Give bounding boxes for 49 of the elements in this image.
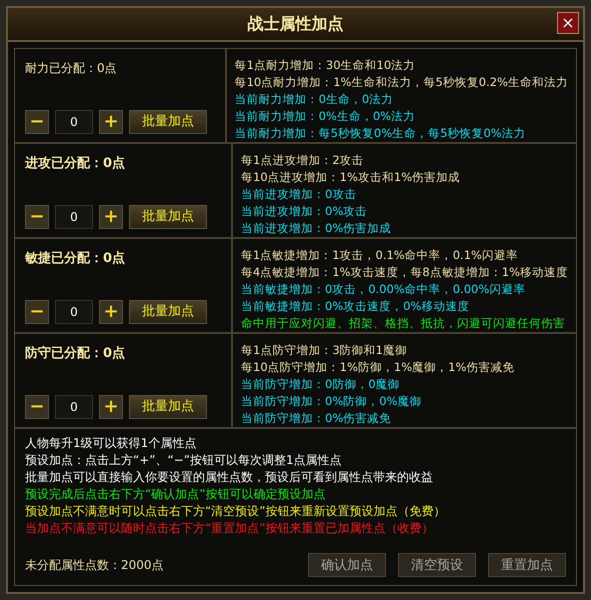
stat-line: 每1点进攻增加：2攻击 — [241, 152, 365, 169]
note-line: 批量加点可以直接输入你要设置的属性点数，预设后可看到属性点带来的收益 — [25, 469, 434, 486]
window-title: 战士属性加点 — [248, 13, 344, 35]
minus-button[interactable]: − — [25, 110, 49, 134]
stat-line: 每10点防守增加：1%防御，1%魔御，1%伤害减免 — [241, 359, 516, 376]
batch-add-button[interactable]: 批量加点 — [129, 395, 207, 419]
stat-line: 当前进攻增加：0攻击 — [241, 186, 358, 203]
points-input[interactable]: 0 — [55, 110, 93, 134]
allocated-label: 进攻已分配：0点 — [25, 155, 126, 173]
plus-button[interactable]: + — [99, 205, 123, 229]
points-input[interactable]: 0 — [55, 300, 93, 324]
batch-add-button[interactable]: 批量加点 — [129, 205, 207, 229]
stat-line: 每1点敏捷增加：1攻击，0.1%命中率，0.1%闪避率 — [240, 247, 519, 264]
note-line: 当加点不满意可以随时点击右下方“重置加点”按钮来重置已加属性点（收费） — [25, 520, 434, 537]
note-line: 预设加点：点击上方“+”、“−”按钮可以每次调整1点属性点 — [25, 452, 343, 469]
stat-line: 当前防守增加：0%伤害减免 — [241, 410, 392, 427]
minus-button[interactable]: − — [25, 395, 49, 419]
allocated-label: 耐力已分配：0点 — [25, 60, 118, 77]
stat-line: 当前防守增加：0防御，0魔御 — [241, 376, 401, 393]
stat-line: 每1点耐力增加：30生命和10法力 — [234, 57, 416, 74]
stat-line: 每10点进攻增加：1%攻击和1%伤害加成 — [241, 169, 462, 186]
plus-button[interactable]: + — [99, 300, 123, 324]
allocated-label: 敏捷已分配：0点 — [25, 250, 126, 268]
close-button[interactable]: × — [557, 12, 579, 34]
stat-line: 当前敏捷增加：0%攻击速度，0%移动速度 — [240, 298, 470, 315]
minus-button[interactable]: − — [25, 205, 49, 229]
points-input[interactable]: 0 — [55, 395, 93, 419]
stat-line: 当前耐力增加：0%生命，0%法力 — [234, 108, 416, 125]
stat-line: 当前进攻增加：0%伤害加成 — [241, 220, 392, 237]
stat-line: 每4点敏捷增加：1%攻击速度，每8点敏捷增加：1%移动速度 — [240, 264, 568, 281]
unallocated-points: 未分配属性点数：2000点 — [25, 556, 165, 574]
batch-add-button[interactable]: 批量加点 — [129, 300, 207, 324]
batch-add-button[interactable]: 批量加点 — [129, 110, 207, 134]
stat-line: 当前敏捷增加：0攻击，0.00%命中率，0.00%闪避率 — [240, 281, 526, 298]
note-line: 预设完成后点击右下方“确认加点”按钮可以确定预设加点 — [25, 486, 326, 503]
note-line: 预设加点不满意时可以点击右下方“清空预设”按钮来重新设置预设加点（免费） — [25, 503, 446, 520]
stat-line: 每1点防守增加：3防御和1魔御 — [241, 342, 408, 359]
stat-line: 当前耐力增加：0生命，0法力 — [234, 91, 394, 108]
stat-line: 每10点耐力增加：1%生命和法力，每5秒恢复0.2%生命和法力 — [234, 74, 568, 91]
points-input[interactable]: 0 — [55, 205, 93, 229]
minus-button[interactable]: − — [25, 300, 49, 324]
stat-line: 当前防守增加：0%防御，0%魔御 — [241, 393, 422, 410]
plus-button[interactable]: + — [99, 110, 123, 134]
stat-line: 命中用于应对闪避、招架、格挡、抵抗，闪避可闪避任何伤害 — [240, 315, 566, 332]
stat-line: 当前耐力增加：每5秒恢复0%生命，每5秒恢复0%法力 — [234, 125, 527, 142]
plus-button[interactable]: + — [99, 395, 123, 419]
note-line: 人物每升1级可以获得1个属性点 — [25, 435, 198, 452]
stat-line: 当前进攻增加：0%攻击 — [241, 203, 368, 220]
allocated-label: 防守已分配：0点 — [25, 344, 126, 363]
